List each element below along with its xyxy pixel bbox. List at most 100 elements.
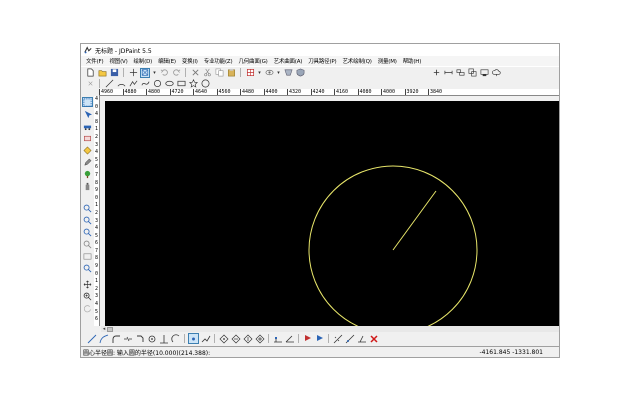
- dimension-icon[interactable]: [332, 333, 343, 344]
- crosshair-icon[interactable]: [128, 68, 138, 78]
- arrow-flag-2-icon[interactable]: [314, 333, 325, 344]
- open-icon[interactable]: [97, 68, 107, 78]
- ruler-label: 4240: [310, 89, 335, 95]
- chamfer-icon[interactable]: [134, 333, 145, 344]
- shade-icon[interactable]: [283, 68, 293, 78]
- view-icon[interactable]: [264, 68, 274, 78]
- close-icon[interactable]: [368, 333, 379, 344]
- node-edit-icon[interactable]: [82, 109, 93, 119]
- dimension-3-icon[interactable]: [356, 333, 367, 344]
- new-icon[interactable]: [85, 68, 95, 78]
- line-icon[interactable]: [104, 79, 114, 89]
- zoom-all-icon[interactable]: [82, 203, 93, 213]
- dimension-2-icon[interactable]: [344, 333, 355, 344]
- trim-icon[interactable]: [86, 333, 97, 344]
- standard-toolbar: ▾ ▾ ▾: [81, 66, 559, 78]
- zoom-in-icon[interactable]: [82, 215, 93, 225]
- chevron-down-icon[interactable]: ▾: [152, 70, 157, 76]
- star-icon[interactable]: [188, 79, 198, 89]
- angle-icon[interactable]: [284, 333, 295, 344]
- grid-diamond-3-icon[interactable]: [242, 333, 253, 344]
- grid-diamond-4-icon[interactable]: [254, 333, 265, 344]
- menu-professional[interactable]: 专业功能(Z): [201, 57, 236, 65]
- drawn-circle[interactable]: [308, 165, 478, 335]
- arc-icon[interactable]: [116, 79, 126, 89]
- undo-icon[interactable]: [159, 68, 169, 78]
- zoom-window-icon[interactable]: [82, 239, 93, 249]
- fillet-icon[interactable]: [110, 333, 121, 344]
- zoom-realtime-icon[interactable]: [82, 291, 93, 301]
- break-icon[interactable]: [122, 333, 133, 344]
- ruler-label: 8: [94, 179, 98, 186]
- tree-icon[interactable]: [82, 169, 93, 179]
- grid-diamond-icon[interactable]: [218, 333, 229, 344]
- arrow-flag-icon[interactable]: [302, 333, 313, 344]
- cut-icon[interactable]: [202, 68, 212, 78]
- circle-outline-icon[interactable]: [200, 79, 210, 89]
- extend-icon[interactable]: [98, 333, 109, 344]
- drawing-canvas[interactable]: [105, 101, 559, 335]
- rectangle-icon[interactable]: [176, 79, 186, 89]
- menu-geometric-surface[interactable]: 几何曲面(G): [235, 57, 270, 65]
- car-icon[interactable]: [82, 121, 93, 131]
- left-toolbar: [81, 96, 94, 326]
- pen-icon[interactable]: [82, 157, 93, 167]
- menu-transform[interactable]: 变换(I): [179, 57, 201, 65]
- layer-icon[interactable]: [245, 68, 255, 78]
- zoom-out-icon[interactable]: [82, 227, 93, 237]
- menu-measure[interactable]: 测量(M): [375, 57, 400, 65]
- menu-toolpath[interactable]: 刀具路径(P): [305, 57, 339, 65]
- rect-select-icon[interactable]: [82, 133, 93, 143]
- group-icon[interactable]: [467, 68, 477, 78]
- ortho-icon[interactable]: [272, 333, 283, 344]
- menu-help[interactable]: 帮助(H): [400, 57, 424, 65]
- chevron-down-icon[interactable]: ▾: [257, 70, 262, 76]
- scroll-thumb[interactable]: [107, 326, 113, 332]
- menu-draw[interactable]: 绘制(D): [131, 57, 156, 65]
- save-icon[interactable]: [109, 68, 119, 78]
- window-title: 无标题 - JDPaint 5.5: [95, 47, 152, 55]
- delete-icon[interactable]: [190, 68, 200, 78]
- diamond-icon[interactable]: [82, 145, 93, 155]
- ruler-label: 4160: [334, 89, 358, 95]
- menu-art-draw[interactable]: 艺术绘制(Q): [339, 57, 374, 65]
- cloud-icon[interactable]: [491, 68, 501, 78]
- snap-point-icon[interactable]: [146, 333, 157, 344]
- snap-on-icon[interactable]: [188, 333, 199, 344]
- align-icon[interactable]: [455, 68, 465, 78]
- pan-icon[interactable]: [82, 279, 93, 289]
- circle-icon[interactable]: [152, 79, 162, 89]
- point-icon[interactable]: [85, 79, 95, 89]
- ruler-label: 3920: [404, 89, 429, 95]
- curve-icon[interactable]: [140, 79, 150, 89]
- menu-edit[interactable]: 编辑(E): [155, 57, 179, 65]
- bottle-icon[interactable]: [82, 181, 93, 191]
- rotate-icon[interactable]: [82, 303, 93, 313]
- ruler-label: 4640: [193, 89, 217, 95]
- copy-icon[interactable]: [214, 68, 224, 78]
- select-box-icon[interactable]: [140, 67, 150, 78]
- zoom-prev-icon[interactable]: [82, 251, 93, 261]
- menu-art-surface[interactable]: 艺术曲面(A): [271, 57, 306, 65]
- select-tool-icon[interactable]: [82, 97, 93, 107]
- perpendicular-icon[interactable]: [158, 333, 169, 344]
- plus-icon[interactable]: [431, 68, 441, 78]
- polyline-icon[interactable]: [128, 79, 138, 89]
- ellipse-icon[interactable]: [164, 79, 174, 89]
- menu-file[interactable]: 文件(F): [83, 57, 106, 65]
- node-icon[interactable]: [479, 68, 489, 78]
- menu-view[interactable]: 视图(V): [106, 57, 130, 65]
- redo-icon[interactable]: [171, 68, 181, 78]
- paste-icon[interactable]: [226, 68, 236, 78]
- ruler-label: 4: [94, 301, 98, 308]
- separator: [328, 334, 329, 343]
- measure-icon[interactable]: [443, 68, 453, 78]
- chevron-down-icon[interactable]: ▾: [276, 70, 281, 76]
- ruler-label: 4800: [146, 89, 170, 95]
- snap-curve-icon[interactable]: [200, 333, 211, 344]
- shield-icon[interactable]: [295, 68, 305, 78]
- zoom-fit-icon[interactable]: [82, 263, 93, 273]
- grid-diamond-2-icon[interactable]: [230, 333, 241, 344]
- tangent-icon[interactable]: [170, 333, 181, 344]
- ruler-label: 1: [94, 126, 98, 133]
